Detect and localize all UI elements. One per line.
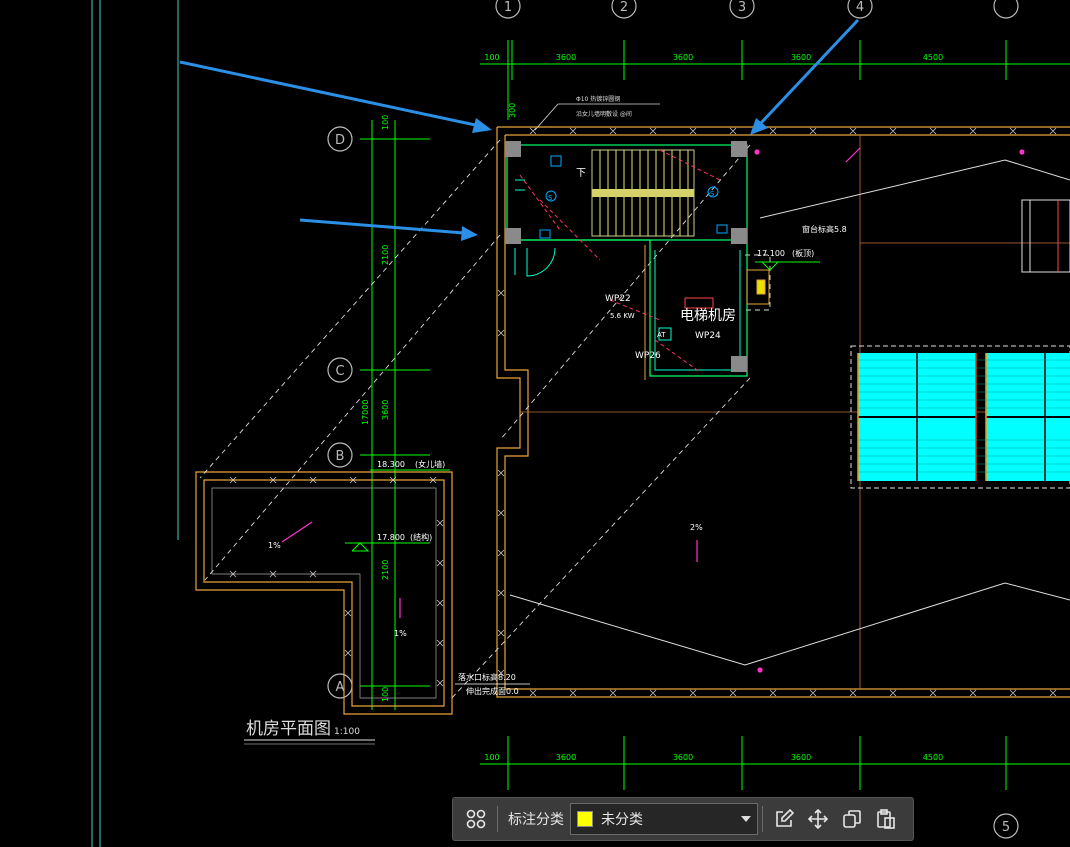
svg-text:2%: 2%: [690, 523, 703, 532]
category-dropdown[interactable]: 未分类: [570, 803, 758, 835]
svg-text:100: 100: [381, 115, 390, 130]
svg-text:伸出完成面0.0: 伸出完成面0.0: [466, 686, 519, 696]
drawing-title-text: 机房平面图: [246, 719, 331, 739]
axis-col-4: 4: [856, 0, 864, 15]
drawing-scale: 1:100: [334, 727, 360, 737]
top-axis-labels: 1 2 3 4: [504, 0, 864, 15]
axis-col-2: 2: [620, 0, 628, 15]
annotation-toolbar: 标注分类 未分类: [452, 797, 914, 841]
svg-text:S: S: [710, 190, 715, 198]
svg-text:(板顶): (板顶): [792, 248, 814, 258]
paste-icon[interactable]: [869, 802, 903, 836]
svg-text:3600: 3600: [556, 753, 576, 762]
skylight: [850, 345, 1070, 489]
svg-text:5: 5: [1002, 820, 1010, 835]
svg-text:17.100: 17.100: [757, 249, 785, 258]
svg-text:5.6 KW: 5.6 KW: [610, 312, 635, 320]
elevator-room: [506, 144, 748, 380]
elevation-markers: [345, 261, 820, 552]
dashed-guides: [199, 139, 771, 701]
svg-text:3600: 3600: [673, 53, 693, 62]
svg-text:A: A: [336, 680, 345, 695]
svg-text:下: 下: [576, 168, 586, 179]
svg-text:Φ10 热镀锌圆钢: Φ10 热镀锌圆钢: [576, 95, 620, 103]
svg-text:3600: 3600: [673, 753, 693, 762]
window-detail: [746, 269, 770, 305]
annotation-arrows: [179, 18, 860, 241]
svg-text:18.300: 18.300: [377, 460, 405, 469]
grid-icon[interactable]: [459, 802, 493, 836]
svg-text:300: 300: [508, 103, 517, 118]
svg-text:3600: 3600: [791, 53, 811, 62]
top-axis-bubbles: [495, 0, 1019, 19]
svg-text:WP22: WP22: [605, 294, 631, 304]
svg-text:2100: 2100: [381, 245, 390, 265]
category-color-swatch: [577, 811, 593, 827]
drawing-labels: Φ10 热镀锌圆钢 沿女儿墙明敷设 @间 下 S S WP22 5.6 KW A…: [268, 95, 847, 696]
l-shaped-roof: [195, 471, 453, 715]
svg-text:沿女儿墙明敷设 @间: 沿女儿墙明敷设 @间: [576, 110, 632, 118]
copy-icon[interactable]: [835, 802, 869, 836]
svg-text:17000: 17000: [361, 400, 370, 425]
category-value: 未分类: [601, 812, 643, 828]
edit-icon[interactable]: [767, 802, 801, 836]
right-detail: [1021, 199, 1070, 273]
svg-text:(结构): (结构): [410, 532, 432, 542]
svg-text:4500: 4500: [923, 53, 943, 62]
bottom-dimension-text: 100 3600 3600 3600 4500: [484, 753, 943, 762]
svg-text:B: B: [336, 449, 345, 464]
svg-text:1%: 1%: [268, 541, 281, 550]
bottom-dimension-line: [480, 736, 1070, 790]
svg-text:4500: 4500: [923, 753, 943, 762]
top-dimension-text: 100 3600 3600 3600 4500: [484, 53, 943, 62]
svg-text:WP26: WP26: [635, 351, 661, 361]
svg-text:100: 100: [484, 53, 499, 62]
drawing-title: 机房平面图 1:100: [244, 719, 375, 745]
chevron-down-icon: [741, 816, 751, 822]
svg-text:AT: AT: [657, 331, 666, 339]
left-dimension-line: [360, 120, 430, 710]
svg-text:17.800: 17.800: [377, 533, 405, 542]
svg-text:100: 100: [381, 687, 390, 702]
svg-text:100: 100: [484, 753, 499, 762]
svg-text:2100: 2100: [381, 560, 390, 580]
svg-text:窗台标高5.8: 窗台标高5.8: [802, 224, 847, 234]
svg-text:1%: 1%: [394, 629, 407, 638]
move-icon[interactable]: [801, 802, 835, 836]
svg-text:3600: 3600: [556, 53, 576, 62]
cad-canvas[interactable]: 1 2 3 4 100 3600 3600 3600 4500 100 3600…: [0, 0, 1070, 847]
svg-text:3600: 3600: [381, 400, 390, 420]
room-label: 电梯机房: [680, 308, 736, 324]
svg-text:落水口标高8.20: 落水口标高8.20: [458, 672, 516, 682]
svg-text:D: D: [335, 133, 345, 148]
axis-bubble-5: 5: [993, 813, 1019, 839]
svg-text:3600: 3600: [791, 753, 811, 762]
svg-text:C: C: [335, 364, 344, 379]
toolbar-divider: [762, 806, 763, 832]
axis-col-1: 1: [504, 0, 512, 15]
svg-text:WP24: WP24: [695, 331, 721, 341]
stair-fill: [592, 189, 694, 197]
toolbar-divider: [497, 806, 498, 832]
left-dimension-text: 100 2100 3600 17000 100 2100 300: [361, 103, 517, 702]
left-guides: [91, 0, 179, 847]
axis-col-3: 3: [738, 0, 746, 15]
svg-text:S: S: [548, 194, 553, 202]
svg-text:(女儿墙): (女儿墙): [415, 459, 445, 469]
category-label: 标注分类: [508, 812, 564, 828]
